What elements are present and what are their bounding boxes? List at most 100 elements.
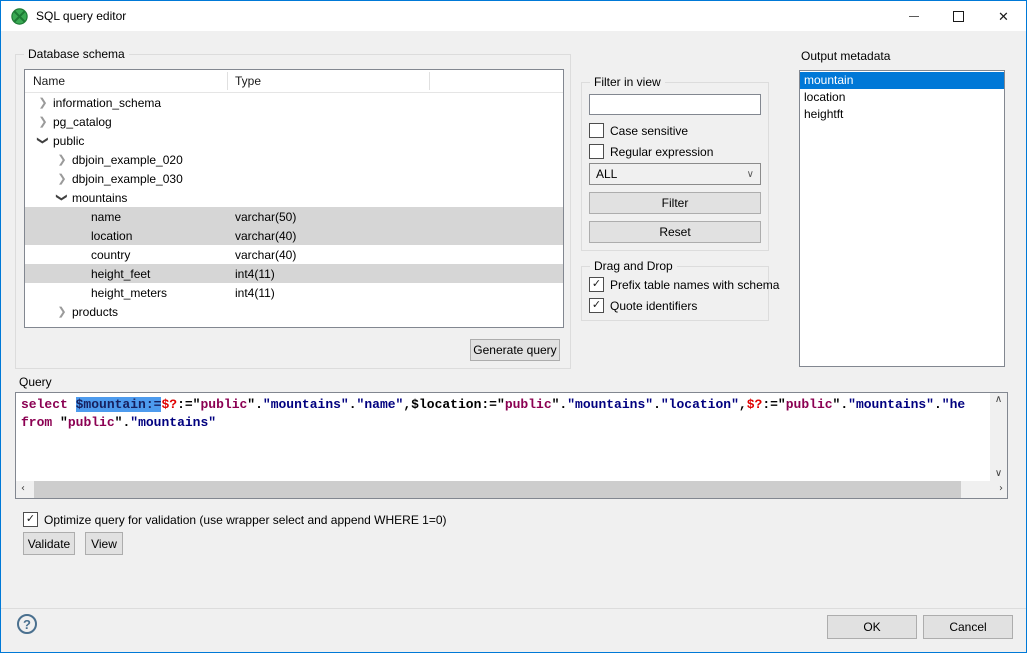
- filter-option-checkbox[interactable]: [589, 144, 604, 159]
- filter-button[interactable]: Filter: [589, 192, 761, 214]
- tree-item-type: int4(11): [235, 286, 275, 300]
- optimize-query-checkbox[interactable]: [23, 512, 38, 527]
- scroll-right-icon[interactable]: ›: [999, 484, 1003, 494]
- tree-item-name: location: [91, 229, 132, 243]
- drag-and-drop-label: Drag and Drop: [590, 259, 677, 273]
- footer-divider: [1, 608, 1026, 609]
- tree-row-dbjoin_example_030[interactable]: ❯dbjoin_example_030: [25, 169, 563, 188]
- dragdrop-option-checkbox[interactable]: [589, 298, 604, 313]
- tree-row-information_schema[interactable]: ❯information_schema: [25, 93, 563, 112]
- window-controls: ✕: [891, 1, 1026, 31]
- filter-input[interactable]: [589, 94, 761, 115]
- tree-item-name: height_meters: [91, 286, 167, 300]
- cancel-button[interactable]: Cancel: [923, 615, 1013, 639]
- close-button[interactable]: ✕: [981, 1, 1026, 31]
- filter-option-label: Case sensitive: [610, 124, 688, 138]
- output-metadata-list: mountainlocationheightft: [799, 70, 1005, 367]
- tree-row-mountains[interactable]: ❯mountains: [25, 188, 563, 207]
- column-divider[interactable]: [429, 72, 430, 90]
- tree-item-name: information_schema: [53, 96, 161, 110]
- tree-row-products[interactable]: ❯products: [25, 302, 563, 321]
- filter-type-dropdown[interactable]: ALL ∨: [589, 163, 761, 185]
- dragdrop-checkboxes: Prefix table names with schema Quote iden…: [589, 274, 779, 316]
- tree-item-type: varchar(50): [235, 210, 296, 224]
- reset-button[interactable]: Reset: [589, 221, 761, 243]
- filter-type-value: ALL: [596, 167, 617, 181]
- filter-option-checkbox[interactable]: [589, 123, 604, 138]
- filter-option-row: Regular expression: [589, 141, 713, 162]
- tree-item-name: mountains: [72, 191, 127, 205]
- output-metadata-item[interactable]: mountain: [800, 72, 1004, 89]
- tree-row-public[interactable]: ❯public: [25, 131, 563, 150]
- chevron-down-icon[interactable]: ❯: [37, 131, 50, 151]
- dragdrop-option-row: Prefix table names with schema: [589, 274, 779, 295]
- scroll-down-icon[interactable]: ∨: [995, 469, 1002, 479]
- column-header-type[interactable]: Type: [235, 70, 261, 92]
- query-line: select $mountain:=$?:="public"."mountain…: [21, 396, 990, 414]
- database-schema-label: Database schema: [24, 47, 129, 61]
- scrollbar-thumb[interactable]: [34, 481, 961, 498]
- tree-item-name: products: [72, 305, 118, 319]
- optimize-query-label: Optimize query for validation (use wrapp…: [44, 513, 447, 527]
- filter-checkboxes: Case sensitive Regular expression: [589, 120, 713, 162]
- chevron-right-icon[interactable]: ❯: [52, 172, 72, 185]
- query-lines: select $mountain:=$?:="public"."mountain…: [21, 396, 990, 432]
- query-vertical-scrollbar[interactable]: ∧ ∨: [990, 393, 1007, 481]
- dragdrop-option-checkbox[interactable]: [589, 277, 604, 292]
- app-icon: [11, 8, 28, 25]
- dragdrop-option-label: Prefix table names with schema: [610, 278, 779, 292]
- schema-tree-header: Name Type: [25, 70, 563, 93]
- query-text[interactable]: select $mountain:=$?:="public"."mountain…: [16, 393, 990, 481]
- tree-item-name: name: [91, 210, 121, 224]
- query-horizontal-scrollbar[interactable]: ‹ ›: [16, 481, 1007, 498]
- tree-item-name: public: [53, 134, 84, 148]
- window-title: SQL query editor: [36, 9, 126, 23]
- generate-query-button[interactable]: Generate query: [470, 339, 560, 361]
- filter-option-row: Case sensitive: [589, 120, 713, 141]
- query-line: from "public"."mountains": [21, 414, 990, 432]
- tree-item-type: int4(11): [235, 267, 275, 281]
- tree-row-pg_catalog[interactable]: ❯pg_catalog: [25, 112, 563, 131]
- tree-item-name: dbjoin_example_030: [72, 172, 183, 186]
- filter-in-view-group: Filter in view Case sensitiveRegular exp…: [581, 82, 769, 251]
- chevron-right-icon[interactable]: ❯: [33, 115, 53, 128]
- tree-row-name[interactable]: name varchar(50): [25, 207, 563, 226]
- tree-row-height_feet[interactable]: height_feet int4(11): [25, 264, 563, 283]
- tree-row-country[interactable]: country varchar(40): [25, 245, 563, 264]
- dragdrop-option-row: Quote identifiers: [589, 295, 779, 316]
- query-editor[interactable]: select $mountain:=$?:="public"."mountain…: [15, 392, 1008, 499]
- chevron-right-icon[interactable]: ❯: [33, 96, 53, 109]
- chevron-right-icon[interactable]: ❯: [52, 305, 72, 318]
- filter-option-label: Regular expression: [610, 145, 713, 159]
- column-header-name[interactable]: Name: [33, 70, 65, 92]
- minimize-button[interactable]: [891, 1, 936, 31]
- maximize-button[interactable]: [936, 1, 981, 31]
- tree-row-height_meters[interactable]: height_meters int4(11): [25, 283, 563, 302]
- query-label: Query: [19, 375, 52, 389]
- scroll-left-icon[interactable]: ‹: [21, 484, 25, 494]
- tree-item-name: country: [91, 248, 130, 262]
- validate-button[interactable]: Validate: [23, 532, 75, 555]
- filter-in-view-label: Filter in view: [590, 75, 665, 89]
- tree-item-name: dbjoin_example_020: [72, 153, 183, 167]
- sql-query-editor-dialog: SQL query editor ✕ Database schema Name …: [0, 0, 1027, 653]
- tree-item-type: varchar(40): [235, 248, 296, 262]
- output-metadata-item[interactable]: heightft: [800, 106, 1004, 123]
- view-button[interactable]: View: [85, 532, 123, 555]
- chevron-down-icon: ∨: [747, 169, 754, 180]
- minimize-icon: [909, 16, 919, 17]
- schema-tree: Name Type ❯information_schema❯pg_catalog…: [24, 69, 564, 328]
- close-icon: ✕: [998, 10, 1009, 23]
- tree-item-name: height_feet: [91, 267, 150, 281]
- ok-button[interactable]: OK: [827, 615, 917, 639]
- help-button[interactable]: ?: [17, 614, 37, 634]
- chevron-right-icon[interactable]: ❯: [52, 153, 72, 166]
- scroll-up-icon[interactable]: ∧: [995, 395, 1002, 405]
- chevron-down-icon[interactable]: ❯: [56, 188, 69, 208]
- dragdrop-option-label: Quote identifiers: [610, 299, 697, 313]
- tree-row-dbjoin_example_020[interactable]: ❯dbjoin_example_020: [25, 150, 563, 169]
- column-divider[interactable]: [227, 72, 228, 90]
- tree-row-location[interactable]: locationvarchar(40): [25, 226, 563, 245]
- maximize-icon: [953, 11, 964, 22]
- output-metadata-item[interactable]: location: [800, 89, 1004, 106]
